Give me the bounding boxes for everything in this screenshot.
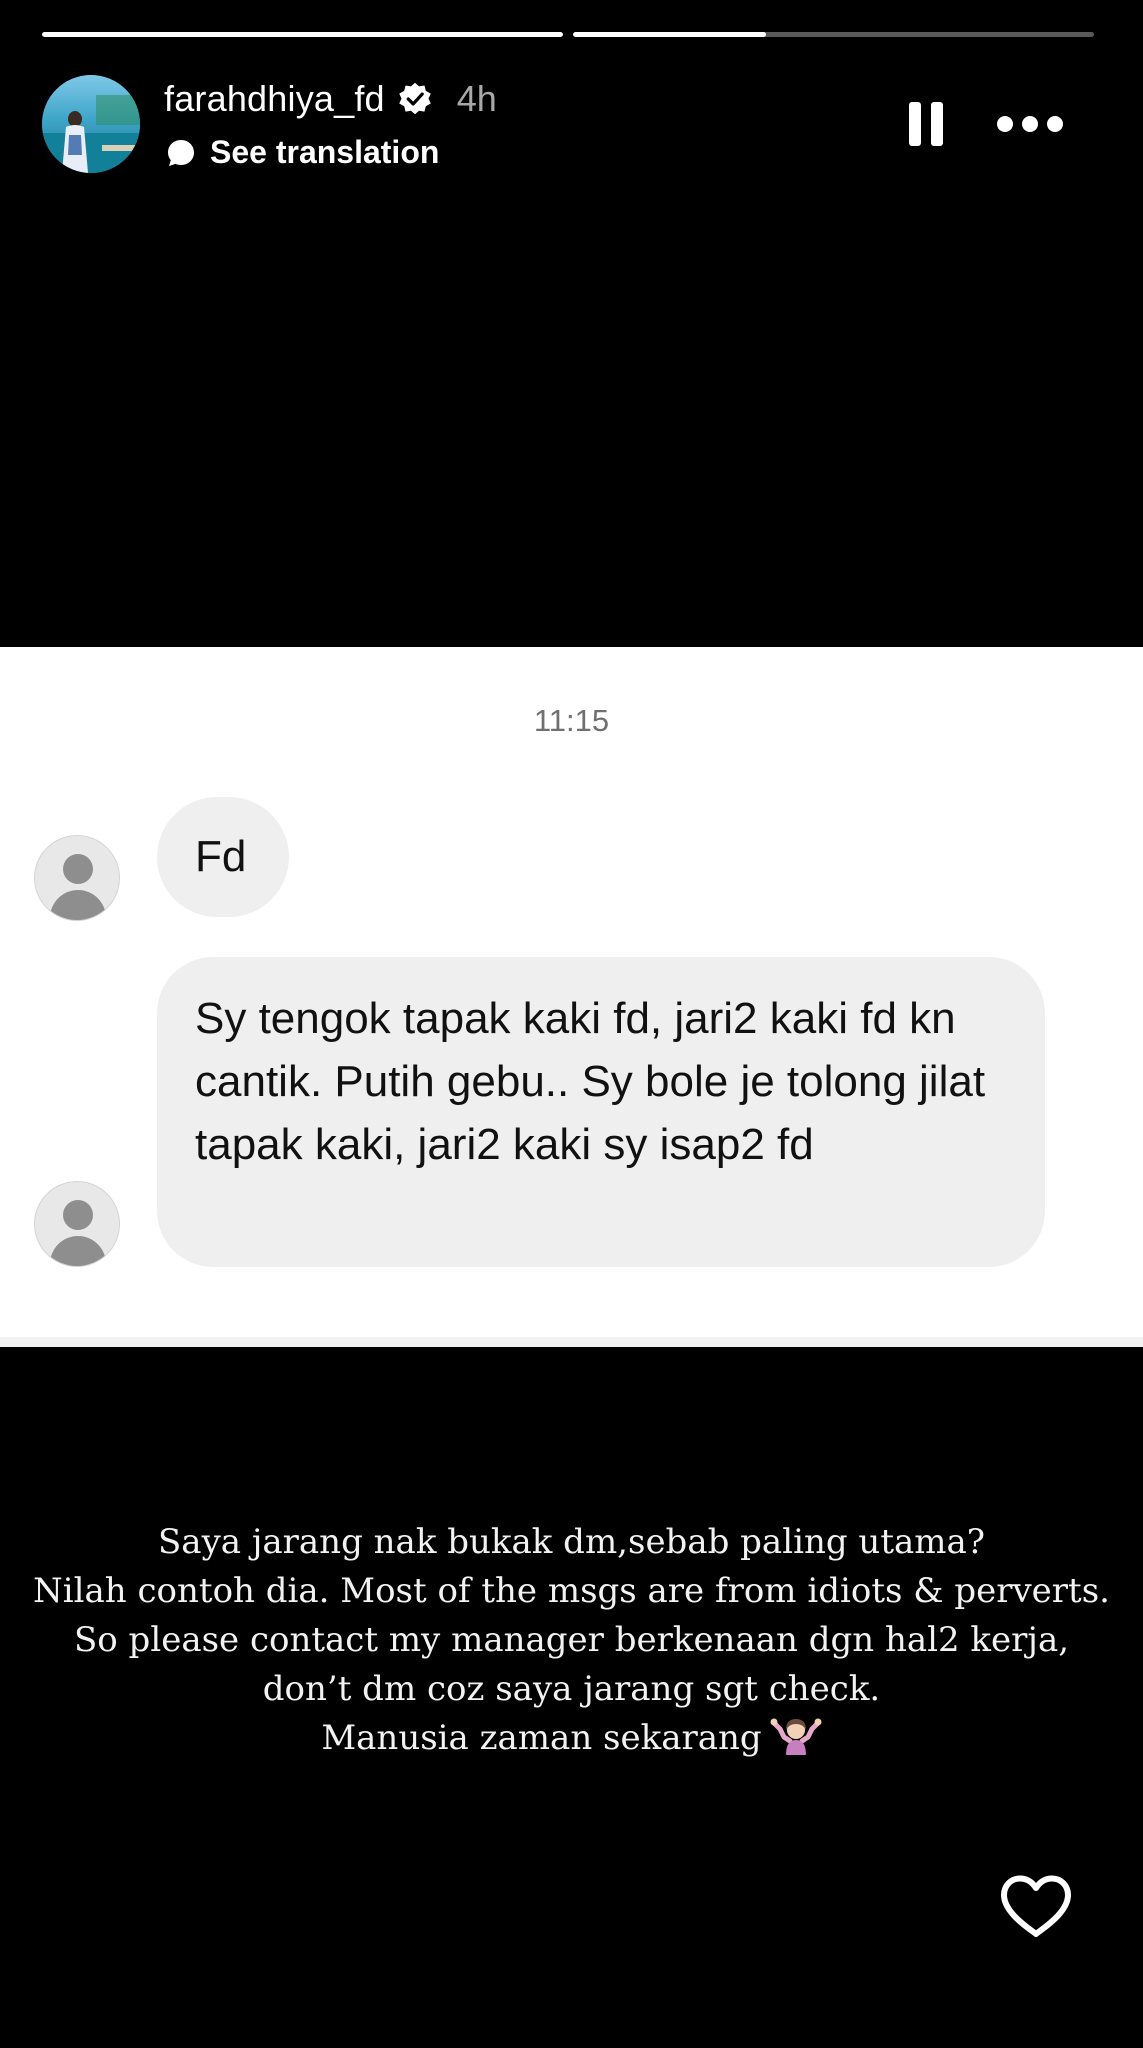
avatar-body [50, 1236, 106, 1266]
sender-avatar-icon [34, 835, 120, 921]
more-dot [997, 116, 1013, 132]
caption-line: Nilah contoh dia. Most of the msgs are f… [33, 1571, 1110, 1611]
progress-fill-2 [573, 32, 766, 37]
story-progress-bar [42, 32, 1094, 38]
message-bubble: Fd [157, 797, 289, 917]
dm-timestamp: 11:15 [533, 703, 610, 738]
caption-line: Saya jarang nak bukak dm,sebab paling ut… [158, 1522, 985, 1562]
sender-avatar-icon [34, 1181, 120, 1267]
avatar-photo [42, 75, 140, 173]
story-viewer: farahdhiya_fd 4h See translation 11:15 F… [0, 0, 1143, 2048]
username-row: farahdhiya_fd 4h [164, 78, 497, 120]
profile-avatar[interactable] [42, 75, 140, 173]
caption-line: don’t dm coz saya jarang sgt check. [262, 1669, 881, 1709]
caption-line: Manusia zaman sekarang [321, 1718, 762, 1758]
screenshot-bottom-edge [0, 1337, 1143, 1347]
heart-icon[interactable] [999, 1874, 1073, 1940]
pause-icon[interactable] [909, 102, 943, 146]
pause-bar-left [909, 102, 921, 146]
verified-badge-icon [399, 82, 431, 115]
caption-line: So please contact my manager berkenaan d… [73, 1620, 1070, 1660]
story-header: farahdhiya_fd 4h See translation [38, 72, 1105, 182]
more-dot [1022, 116, 1038, 132]
story-caption: Saya jarang nak bukak dm,sebab paling ut… [0, 1518, 1143, 1763]
more-options-icon[interactable] [997, 112, 1063, 136]
dm-screenshot: 11:15 Fd Sy tengok tapak kaki fd, jari2 … [0, 647, 1143, 1347]
post-time-ago: 4h [456, 78, 497, 119]
message-bubble: Sy tengok tapak kaki fd, jari2 kaki fd k… [157, 957, 1045, 1267]
person-shrugging-emoji [770, 1718, 822, 1755]
speech-bubble-icon [168, 139, 194, 166]
username[interactable]: farahdhiya_fd [164, 78, 385, 120]
see-translation-button[interactable]: See translation [166, 134, 439, 171]
pause-bar-right [931, 102, 943, 146]
avatar-head [63, 854, 93, 884]
avatar-head [63, 1200, 93, 1230]
avatar-body [50, 890, 106, 920]
progress-segment-1 [42, 32, 563, 37]
caption-line-last: Manusia zaman sekarang [0, 1714, 1143, 1763]
progress-segment-2 [573, 32, 1094, 37]
progress-fill-1 [42, 32, 563, 37]
see-translation-label: See translation [210, 134, 440, 170]
more-dot [1047, 116, 1063, 132]
